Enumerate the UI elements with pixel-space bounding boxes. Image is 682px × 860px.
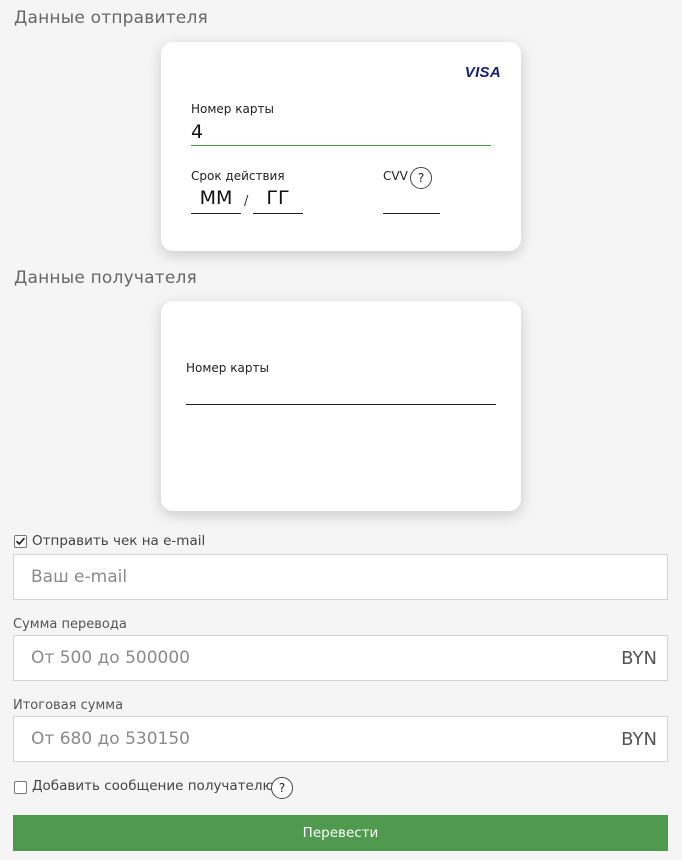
transfer-button[interactable]: Перевести: [13, 815, 668, 851]
receiver-card-number-input[interactable]: [186, 404, 496, 405]
visa-logo: VISA: [464, 64, 501, 81]
add-message-checkbox[interactable]: [14, 781, 27, 794]
total-label: Итоговая сумма: [13, 698, 124, 713]
total-input[interactable]: От 680 до 530150 BYN: [13, 716, 668, 762]
expiry-year-input[interactable]: ГГ: [253, 187, 303, 209]
sender-card-number-label: Номер карты: [191, 102, 274, 116]
total-currency: BYN: [621, 729, 657, 750]
cvv-help-icon[interactable]: ?: [410, 167, 432, 189]
receiver-card-number-label: Номер карты: [186, 361, 269, 375]
receiver-section-title: Данные получателя: [14, 268, 197, 288]
sender-card-number-input[interactable]: 4: [191, 121, 203, 143]
total-placeholder: От 680 до 530150: [31, 729, 190, 749]
expiry-month-underline: [191, 213, 241, 214]
expiry-separator: /: [244, 194, 249, 209]
amount-currency: BYN: [621, 648, 657, 669]
cvv-label: CVV: [383, 169, 408, 183]
email-input[interactable]: Ваш e-mail: [13, 554, 668, 600]
checkmark-icon: [16, 537, 25, 545]
email-placeholder: Ваш e-mail: [31, 567, 128, 587]
message-help-icon[interactable]: ?: [271, 777, 293, 799]
amount-label: Сумма перевода: [13, 617, 127, 632]
add-message-label[interactable]: Добавить сообщение получателю: [32, 778, 274, 794]
email-receipt-label[interactable]: Отправить чек на e-mail: [32, 533, 205, 549]
receiver-card: Номер карты: [161, 301, 521, 511]
expiry-label: Срок действия: [191, 169, 285, 183]
amount-input[interactable]: От 500 до 500000 BYN: [13, 635, 668, 681]
sender-card-number-underline: [191, 145, 491, 146]
expiry-year-underline: [253, 213, 303, 214]
expiry-month-input[interactable]: ММ: [191, 187, 241, 209]
sender-card: VISA Номер карты 4 Срок действия ММ / ГГ…: [161, 42, 521, 251]
email-receipt-checkbox[interactable]: [14, 535, 27, 548]
cvv-input[interactable]: [383, 213, 440, 214]
sender-section-title: Данные отправителя: [14, 8, 208, 28]
amount-placeholder: От 500 до 500000: [31, 648, 190, 668]
